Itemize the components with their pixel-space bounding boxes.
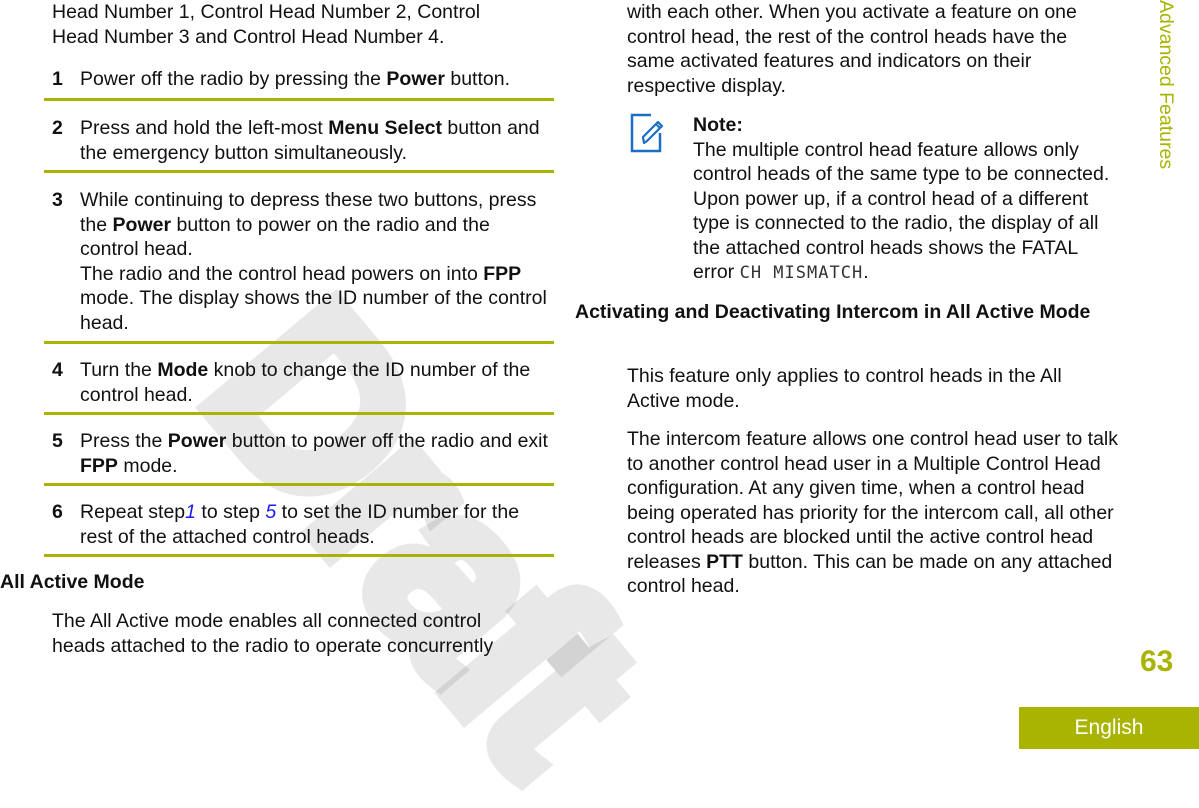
error-code: CH MISMATCH xyxy=(739,263,864,283)
intro-line: Head Number 3 and Control Head Number 4. xyxy=(52,25,445,48)
all-active-body-right: with each other. When you activate a fea… xyxy=(627,1,1077,97)
bold-term: Menu Select xyxy=(328,117,443,139)
text: Press and hold the left-most xyxy=(80,117,329,139)
step-link-1[interactable]: 1 xyxy=(185,501,196,523)
text: Turn the xyxy=(80,359,158,381)
step-2: 2 Press and hold the left-most Menu Sele… xyxy=(52,116,554,165)
step-number: 5 xyxy=(52,430,63,452)
step-number: 3 xyxy=(52,189,63,211)
section-heading-intercom: Activating and Deactivating Intercom in … xyxy=(575,301,1091,323)
step-text: Repeat step1 to step 5 to set the ID num… xyxy=(80,500,530,549)
step-4: 4 Turn the Mode knob to change the ID nu… xyxy=(52,358,554,407)
bold-term: PTT xyxy=(706,550,743,573)
chapter-side-label: Advanced Features xyxy=(1150,0,1180,200)
step-text: Turn the Mode knob to change the ID numb… xyxy=(80,358,535,407)
step-number: 1 xyxy=(52,68,63,90)
step-text: Press and hold the left-most Menu Select… xyxy=(80,116,550,165)
step-number: 4 xyxy=(52,359,63,381)
text: . xyxy=(863,261,869,283)
step-text: Power off the radio by pressing the Powe… xyxy=(80,67,554,92)
step-separator xyxy=(44,341,554,344)
step-result: The radio and the control head powers on… xyxy=(80,262,550,336)
text: button. xyxy=(444,68,510,90)
note-pencil-icon xyxy=(630,113,664,153)
step-3: 3 While continuing to depress these two … xyxy=(52,188,554,335)
step-text: While continuing to depress these two bu… xyxy=(80,188,550,262)
text: Repeat step xyxy=(80,501,186,523)
bold-term: FPP xyxy=(483,262,522,285)
step-number: 2 xyxy=(52,117,63,139)
note-label: Note: xyxy=(693,114,743,136)
page-number: 63 xyxy=(1140,645,1174,678)
step-5: 5 Press the Power button to power off th… xyxy=(52,429,554,478)
text: button to power off the radio and exit xyxy=(226,430,548,452)
text: mode. xyxy=(117,454,178,477)
text: Power off the radio by pressing the xyxy=(80,68,387,90)
note-block: Note: The multiple control head feature … xyxy=(693,113,1123,286)
bold-term: Power xyxy=(386,68,445,90)
text: The multiple control head feature allows… xyxy=(693,138,1110,284)
chapter-title: Advanced Features xyxy=(1155,0,1177,170)
text: to step xyxy=(196,501,266,523)
step-link-5[interactable]: 5 xyxy=(265,501,276,523)
step-1: 1 Power off the radio by pressing the Po… xyxy=(52,67,554,92)
bold-term: Power xyxy=(167,430,227,452)
bold-term: FPP xyxy=(80,454,118,477)
bold-term: Power xyxy=(112,213,172,236)
intro-line: Head Number 1, Control Head Number 2, Co… xyxy=(52,1,481,23)
intro-paragraph: Head Number 1, Control Head Number 2, Co… xyxy=(52,0,552,49)
section-heading-all-active: All Active Mode xyxy=(0,571,145,593)
all-active-body-left: The All Active mode enables all connecte… xyxy=(52,610,494,657)
step-separator xyxy=(44,483,554,486)
intercom-paragraph-1: This feature only applies to control hea… xyxy=(627,365,1062,412)
note-text: The multiple control head feature allows… xyxy=(693,138,1123,286)
text: mode. The display shows the ID number of… xyxy=(80,287,547,334)
step-separator xyxy=(44,554,554,557)
intercom-paragraph-2: The intercom feature allows one control … xyxy=(627,427,1127,599)
step-separator xyxy=(44,98,554,101)
step-6: 6 Repeat step1 to step 5 to set the ID n… xyxy=(52,500,554,549)
text: Press the xyxy=(80,430,168,452)
language-tab: English xyxy=(1019,707,1199,749)
step-text: Press the Power button to power off the … xyxy=(80,429,555,478)
step-separator xyxy=(44,412,554,415)
step-number: 6 xyxy=(52,501,63,523)
bold-term: Mode xyxy=(157,359,209,381)
step-separator xyxy=(44,170,554,173)
text: The radio and the control head powers on… xyxy=(80,262,484,285)
